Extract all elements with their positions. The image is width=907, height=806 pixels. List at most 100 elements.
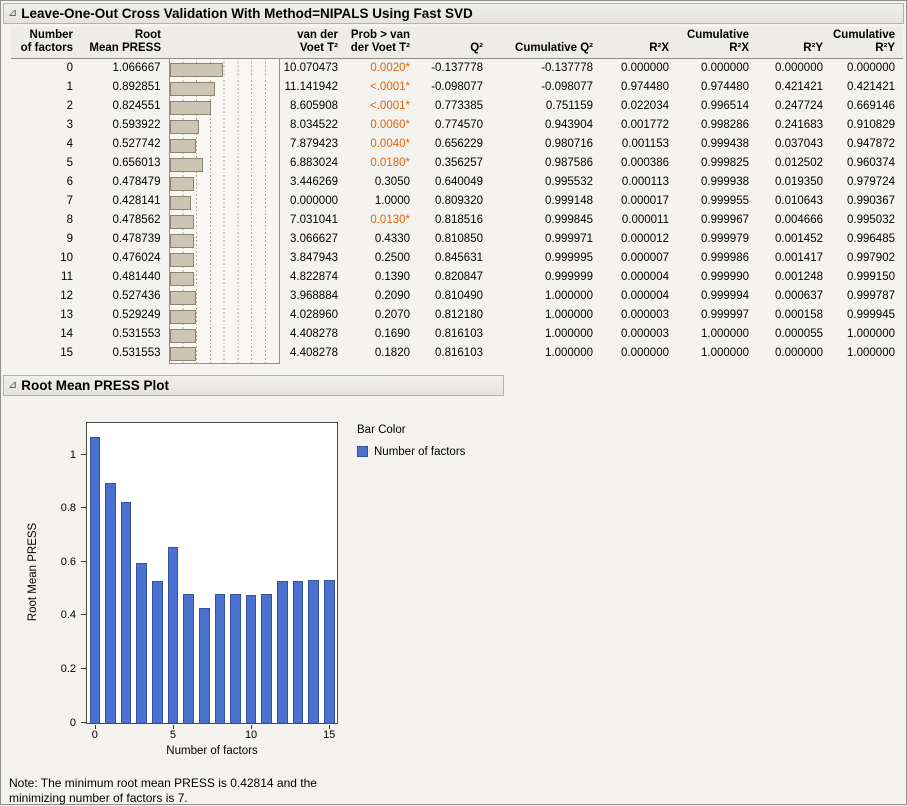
cell-q2: 0.816103 [418,325,491,344]
cell-r2x: 0.000003 [601,306,677,325]
cell-r2y: 0.004666 [757,211,831,230]
cell-r2y: 0.421421 [757,78,831,97]
cell-cr2x: 0.999986 [677,249,757,268]
cell-prob: <.0001* [346,97,418,116]
cell-r2y: 0.000637 [757,287,831,306]
press-bar [170,253,194,267]
legend-entry[interactable]: Number of factors [357,446,465,458]
table-row[interactable]: 70.4281410.0000001.00000.8093200.9991480… [11,192,903,211]
cell-q2: 0.818516 [418,211,491,230]
table-row[interactable]: 10.89285111.141942<.0001*-0.098077-0.098… [11,78,903,97]
x-tick-label: 5 [163,729,183,741]
cell-cq2: 1.000000 [491,306,601,325]
cell-prob: 0.4330 [346,230,418,249]
y-tick-label: 1 [70,448,76,462]
press-plot-bar[interactable] [199,608,210,723]
cell-cq2: 1.000000 [491,325,601,344]
cell-q2: 0.640049 [418,173,491,192]
press-plot-bar[interactable] [90,437,101,723]
table-row[interactable]: 30.5939228.0345220.0060*0.7745700.943904… [11,116,903,135]
table-row[interactable]: 90.4787393.0666270.43300.8108500.9999710… [11,230,903,249]
cell-cr2x: 0.999997 [677,306,757,325]
press-bar-cell [169,344,279,363]
table-row[interactable]: 130.5292494.0289600.20700.8121801.000000… [11,306,903,325]
section-title-cross-validation: Leave-One-Out Cross Validation With Meth… [21,6,473,21]
legend-swatch-icon [357,446,368,457]
press-plot-bar[interactable] [183,594,194,722]
press-plot-bar[interactable] [324,580,335,722]
press-plot-bar[interactable] [105,483,116,722]
press-plot-bar[interactable] [136,563,147,722]
table-row[interactable]: 60.4784793.4462690.30500.6400490.9955320… [11,173,903,192]
cell-factors: 14 [11,325,81,344]
cell-cq2: 0.999995 [491,249,601,268]
cell-vdv: 4.028960 [279,306,346,325]
press-bar-cell [169,135,279,154]
y-axis-labels: 00.20.40.60.81 [1,422,86,724]
table-row[interactable]: 120.5274363.9688840.20900.8104901.000000… [11,287,903,306]
cell-vdv: 0.000000 [279,192,346,211]
table-row[interactable]: 110.4814404.8228740.13900.8208470.999999… [11,268,903,287]
press-plot-bar[interactable] [308,580,319,722]
bar-column-header [169,27,279,59]
press-plot-bar[interactable] [121,502,132,723]
cell-factors: 7 [11,192,81,211]
cell-q2: 0.845631 [418,249,491,268]
cell-cq2: -0.137778 [491,59,601,79]
column-header: CumulativeR²X [677,27,757,59]
press-bar [170,82,215,96]
press-plot-bar[interactable] [261,594,272,723]
cell-cq2: 0.999845 [491,211,601,230]
press-plot-bar[interactable] [293,581,304,723]
cell-factors: 15 [11,344,81,363]
disclosure-triangle-icon[interactable]: ⊿ [8,375,17,396]
press-plot-bar[interactable] [152,581,163,722]
cell-r2y: 0.241683 [757,116,831,135]
table-row[interactable]: 140.5315534.4082780.16900.8161031.000000… [11,325,903,344]
cell-q2: 0.809320 [418,192,491,211]
cell-factors: 5 [11,154,81,173]
table-row[interactable]: 150.5315534.4082780.18200.8161031.000000… [11,344,903,363]
cell-rmp: 0.478562 [81,211,169,230]
cell-vdv: 3.446269 [279,173,346,192]
cell-rmp: 0.527742 [81,135,169,154]
cell-rmp: 0.527436 [81,287,169,306]
cell-rmp: 0.656013 [81,154,169,173]
cv-table-head: Numberof factorsRootMean PRESSvan derVoe… [11,27,903,59]
table-row[interactable]: 20.8245518.605908<.0001*0.7733850.751159… [11,97,903,116]
press-plot-bar[interactable] [215,594,226,722]
cell-r2x: 0.000017 [601,192,677,211]
cell-rmp: 1.066667 [81,59,169,79]
cell-cq2: 0.999971 [491,230,601,249]
cell-cr2y: 0.910829 [831,116,903,135]
table-row[interactable]: 50.6560136.8830240.0180*0.3562570.987586… [11,154,903,173]
press-bar [170,177,194,191]
press-plot-bar[interactable] [230,594,241,722]
cell-prob: 1.0000 [346,192,418,211]
table-row[interactable]: 100.4760243.8479430.25000.8456310.999995… [11,249,903,268]
cell-cr2y: 0.669146 [831,97,903,116]
press-bar-cell [169,154,279,173]
press-plot-bar[interactable] [277,581,288,722]
press-plot-bar[interactable] [168,547,179,723]
cell-rmp: 0.478479 [81,173,169,192]
section-header-cross-validation[interactable]: ⊿ Leave-One-Out Cross Validation With Me… [3,3,904,24]
table-row[interactable]: 40.5277427.8794230.0040*0.6562290.980716… [11,135,903,154]
disclosure-triangle-icon[interactable]: ⊿ [8,3,17,24]
press-bar [170,139,197,153]
cell-q2: -0.098077 [418,78,491,97]
section-header-press-plot[interactable]: ⊿ Root Mean PRESS Plot [3,375,504,396]
cell-cr2x: 0.999967 [677,211,757,230]
press-bar [170,329,197,343]
cell-prob: 0.0040* [346,135,418,154]
cell-cr2y: 0.990367 [831,192,903,211]
table-row[interactable]: 01.06666710.0704730.0020*-0.137778-0.137… [11,59,903,79]
cell-cr2x: 0.999438 [677,135,757,154]
table-row[interactable]: 80.4785627.0310410.0130*0.8185160.999845… [11,211,903,230]
cell-factors: 8 [11,211,81,230]
x-axis-title: Number of factors [86,745,338,757]
legend-label: Number of factors [374,446,465,458]
legend-title: Bar Color [357,424,465,436]
press-plot-bar[interactable] [246,595,257,723]
cell-prob: 0.0130* [346,211,418,230]
